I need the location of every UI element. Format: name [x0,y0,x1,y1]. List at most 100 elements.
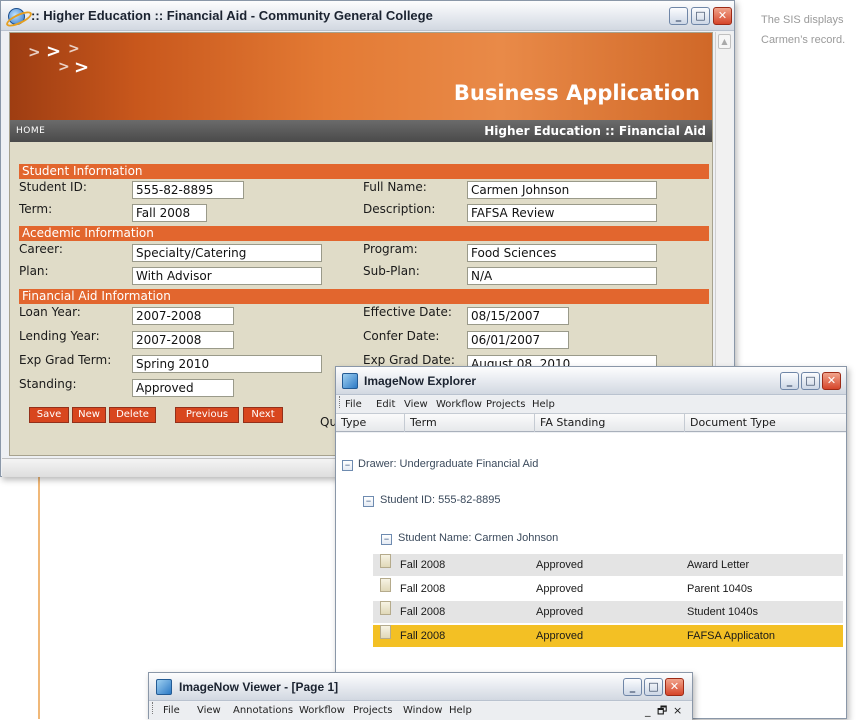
tree-node-drawer[interactable]: Drawer: Undergraduate Financial Aid [358,458,538,470]
chevron-icon: > [58,59,70,75]
menu-projects[interactable]: Projects [353,702,392,720]
imagenow-icon [156,679,172,695]
loan-year-field[interactable]: 2007-2008 [132,307,234,325]
menu-window[interactable]: Window [403,702,442,720]
document-icon [380,601,391,615]
menu-view[interactable]: View [197,702,221,720]
tree-node-student-id[interactable]: Student ID: 555-82-8895 [380,494,500,506]
list-item[interactable]: Fall 2008 Approved Parent 1040s [373,578,843,600]
browser-titlebar[interactable]: :: Higher Education :: Financial Aid - C… [1,1,734,31]
plan-field[interactable]: With Advisor [132,267,322,285]
mdi-minimize-icon[interactable]: _ [645,702,651,720]
section-academic-information: Acedemic Information [19,226,709,241]
plan-label: Plan: [19,264,49,278]
loan-year-label: Loan Year: [19,305,81,319]
menu-view[interactable]: View [404,396,428,413]
maximize-button[interactable]: □ [644,678,663,696]
menu-annotations[interactable]: Annotations [233,702,293,720]
nav-bar: HOME Higher Education :: Financial Aid [10,120,712,142]
banner-title: Business Application [453,81,700,105]
sub-plan-field[interactable]: N/A [467,267,657,285]
standing-label: Standing: [19,377,77,391]
column-term[interactable]: Term [404,414,534,432]
menu-workflow[interactable]: Workflow [436,396,482,413]
effective-date-label: Effective Date: [363,305,452,319]
description-label: Description: [363,202,436,216]
term-field[interactable]: Fall 2008 [132,204,207,222]
tree-collapse-icon[interactable]: − [342,460,353,471]
nav-section-title: Higher Education :: Financial Aid [484,124,706,138]
column-headers: Type Term FA Standing Document Type [336,413,846,432]
menu-file[interactable]: File [345,396,362,413]
row-term: Fall 2008 [400,559,446,571]
row-fa-standing: Approved [536,630,584,642]
document-icon [380,625,391,639]
row-document-type: Award Letter [687,559,750,571]
menu-help[interactable]: Help [532,396,555,413]
viewer-menubar: File View Annotations Workflow Projects … [149,702,692,720]
document-icon [380,554,391,568]
lending-year-label: Lending Year: [19,329,100,343]
explorer-titlebar[interactable]: ImageNow Explorer _ □ ✕ [336,367,846,395]
tree-node-student-name[interactable]: Student Name: Carmen Johnson [398,532,558,544]
column-type[interactable]: Type [336,414,404,432]
mdi-close-icon[interactable]: × [673,702,682,720]
toolbar-grip-icon [152,702,154,714]
standing-field[interactable]: Approved [132,379,234,397]
program-label: Program: [363,242,418,256]
close-button[interactable]: ✕ [713,7,732,25]
row-term: Fall 2008 [400,630,446,642]
next-button[interactable]: Next [243,407,283,423]
nav-home-link[interactable]: HOME [16,120,45,142]
imagenow-viewer-window: ImageNow Viewer - [Page 1] _ □ ✕ File Vi… [148,672,693,720]
list-item[interactable]: Fall 2008 Approved Award Letter [373,554,843,576]
minimize-button[interactable]: _ [780,372,799,390]
column-fa-standing[interactable]: FA Standing [534,414,684,432]
menu-file[interactable]: File [163,702,180,720]
menu-workflow[interactable]: Workflow [299,702,345,720]
previous-button[interactable]: Previous [175,407,239,423]
effective-date-field[interactable]: 08/15/2007 [467,307,569,325]
career-field[interactable]: Specialty/Catering [132,244,322,262]
list-item-selected[interactable]: Fall 2008 Approved FAFSA Applicaton [373,625,843,647]
exp-grad-term-field[interactable]: Spring 2010 [132,355,322,373]
row-document-type: FAFSA Applicaton [687,630,776,642]
chevron-icon: > [28,43,41,61]
imagenow-icon [342,373,358,389]
new-button[interactable]: New [72,407,106,423]
row-term: Fall 2008 [400,606,446,618]
save-button[interactable]: Save [29,407,69,423]
delete-button[interactable]: Delete [109,407,156,423]
column-document-type[interactable]: Document Type [684,414,846,432]
imagenow-explorer-window: ImageNow Explorer _ □ ✕ File Edit View W… [335,366,847,719]
viewer-titlebar[interactable]: ImageNow Viewer - [Page 1] _ □ ✕ [149,673,692,701]
maximize-button[interactable]: □ [691,7,710,25]
internet-explorer-icon [8,8,25,25]
close-button[interactable]: ✕ [665,678,684,696]
confer-date-field[interactable]: 06/01/2007 [467,331,569,349]
list-item[interactable]: Fall 2008 Approved Student 1040s [373,601,843,623]
program-field[interactable]: Food Sciences [467,244,657,262]
mdi-restore-icon[interactable]: 🗗 [657,702,667,720]
close-button[interactable]: ✕ [822,372,841,390]
student-id-field[interactable]: 555-82-8895 [132,181,244,199]
exp-grad-term-label: Exp Grad Term: [19,353,112,367]
document-icon [380,578,391,592]
tree-collapse-icon[interactable]: − [381,534,392,545]
scroll-up-arrow-icon[interactable]: ▲ [718,34,731,49]
full-name-field[interactable]: Carmen Johnson [467,181,657,199]
minimize-button[interactable]: _ [623,678,642,696]
browser-title: :: Higher Education :: Financial Aid - C… [31,8,433,23]
description-field[interactable]: FAFSA Review [467,204,657,222]
maximize-button[interactable]: □ [801,372,820,390]
banner: > > > > > Business Application [10,33,712,120]
minimize-button[interactable]: _ [669,7,688,25]
confer-date-label: Confer Date: [363,329,440,343]
exp-grad-date-label: Exp Grad Date: [363,353,455,367]
menu-help[interactable]: Help [449,702,472,720]
row-document-type: Student 1040s [687,606,758,618]
menu-projects[interactable]: Projects [486,396,525,413]
menu-edit[interactable]: Edit [376,396,395,413]
tree-collapse-icon[interactable]: − [363,496,374,507]
lending-year-field[interactable]: 2007-2008 [132,331,234,349]
